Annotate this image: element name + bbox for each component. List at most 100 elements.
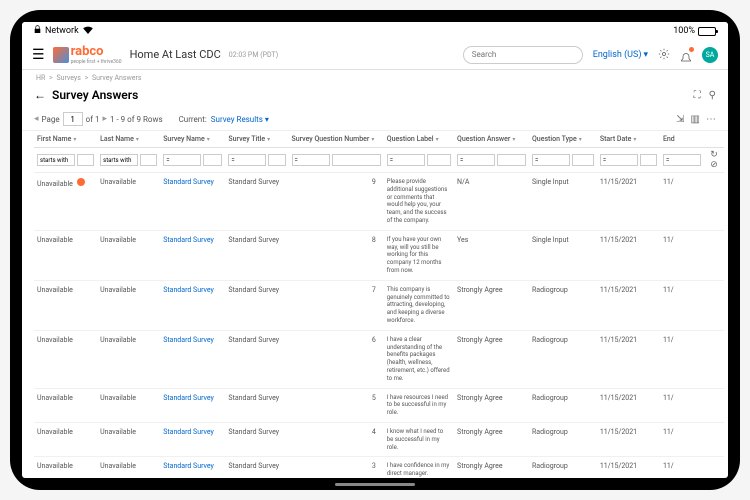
cell-question-label: I know what I need to be successful in m…	[384, 422, 454, 456]
filter-op[interactable]	[600, 154, 638, 166]
cell-question-answer: Strongly Agree	[454, 457, 529, 478]
cell-question-answer: N/A	[454, 173, 529, 231]
cell-survey-name[interactable]: Standard Survey	[160, 330, 225, 388]
search-box[interactable]	[463, 46, 583, 64]
breadcrumb-item[interactable]: Surveys	[56, 74, 80, 82]
cell-survey-name[interactable]: Standard Survey	[160, 457, 225, 478]
cell-last-name: Unavailable	[97, 422, 160, 456]
filter-input[interactable]	[427, 154, 451, 166]
col-first-name[interactable]: First Name▾	[34, 131, 97, 148]
expand-icon[interactable]: ⛶	[694, 90, 701, 101]
filter-op[interactable]	[663, 154, 701, 166]
screen: Network 100% ☰ rabco people first + thri…	[22, 22, 728, 478]
search-input[interactable]	[472, 50, 582, 59]
filter-op[interactable]	[100, 154, 138, 166]
cell-first-name: Unavailable	[34, 422, 97, 456]
network-label: Network	[45, 26, 79, 36]
filter-op[interactable]	[457, 154, 495, 166]
filter-input[interactable]	[140, 154, 157, 166]
cell-survey-name[interactable]: Standard Survey	[160, 173, 225, 231]
cell-question-answer: Strongly Agree	[454, 388, 529, 422]
page-prev-icon[interactable]: ◂	[34, 114, 39, 124]
cell-question-type: Single Input	[529, 173, 597, 231]
cell-first-name: Unavailable	[34, 457, 97, 478]
page-next-icon[interactable]: ▸	[102, 114, 107, 124]
columns-icon[interactable]: ▥	[691, 114, 700, 125]
page-label: Page	[42, 115, 60, 124]
filter-input[interactable]	[77, 154, 94, 166]
export-icon[interactable]: ⇲	[676, 114, 684, 125]
table-row[interactable]: Unavailable Unavailable Standard Survey …	[34, 422, 724, 456]
cell-question-number: 6	[289, 330, 384, 388]
col-question-type[interactable]: Question Type▾	[529, 131, 597, 148]
col-last-name[interactable]: Last Name▾	[97, 131, 160, 148]
back-icon[interactable]: ←	[34, 88, 46, 102]
more-icon[interactable]: ⋯	[706, 114, 716, 125]
cell-last-name: Unavailable	[97, 330, 160, 388]
table-row[interactable]: Unavailable Unavailable Standard Survey …	[34, 388, 724, 422]
refresh-icon[interactable]: ↻	[710, 150, 718, 160]
breadcrumb-item[interactable]: HR	[36, 74, 45, 82]
table-container: First Name▾ Last Name▾ Survey Name▾ Surv…	[22, 131, 728, 478]
filter-input[interactable]	[640, 154, 657, 166]
page-of: of 1	[86, 115, 100, 124]
col-survey-name[interactable]: Survey Name▾	[160, 131, 225, 148]
logo[interactable]: rabco people first + thrive360	[53, 44, 122, 65]
filter-icon[interactable]: ⚲	[709, 90, 716, 101]
col-survey-title[interactable]: Survey Title▾	[225, 131, 288, 148]
cell-end: 11/	[660, 330, 704, 388]
cell-end: 11/	[660, 422, 704, 456]
menu-icon[interactable]: ☰	[32, 47, 45, 63]
table-row[interactable]: Unavailable Unavailable Standard Survey …	[34, 173, 724, 231]
avatar[interactable]: SA	[702, 47, 718, 63]
filter-input[interactable]	[497, 154, 526, 166]
col-question-answer[interactable]: Question Answer▾	[454, 131, 529, 148]
view-selector[interactable]: Survey Results ▾	[211, 115, 269, 124]
filter-op[interactable]	[228, 154, 266, 166]
page-input[interactable]	[63, 112, 83, 126]
table-row[interactable]: Unavailable Unavailable Standard Survey …	[34, 280, 724, 330]
cell-survey-name[interactable]: Standard Survey	[160, 388, 225, 422]
filter-op[interactable]	[163, 154, 201, 166]
cell-first-name: Unavailable	[34, 330, 97, 388]
table-row[interactable]: Unavailable Unavailable Standard Survey …	[34, 230, 724, 280]
battery-icon	[698, 27, 716, 36]
cell-survey-title: Standard Survey	[225, 230, 288, 280]
filter-input[interactable]	[572, 154, 594, 166]
cell-question-label: This company is genuinely committed to a…	[384, 280, 454, 330]
cell-end: 11/	[660, 230, 704, 280]
col-question-label[interactable]: Question Label▾	[384, 131, 454, 148]
cell-start-date: 11/15/2021	[597, 230, 660, 280]
table-row[interactable]: Unavailable Unavailable Standard Survey …	[34, 330, 724, 388]
col-start-date[interactable]: Start Date▾	[597, 131, 660, 148]
filter-input[interactable]	[268, 154, 285, 166]
notification-icon[interactable]	[680, 49, 692, 61]
cell-survey-name[interactable]: Standard Survey	[160, 422, 225, 456]
cell-survey-name[interactable]: Standard Survey	[160, 280, 225, 330]
cell-survey-name[interactable]: Standard Survey	[160, 230, 225, 280]
breadcrumb-item: Survey Answers	[92, 74, 142, 82]
table-row[interactable]: Unavailable Unavailable Standard Survey …	[34, 457, 724, 478]
language-selector[interactable]: English (US) ▾	[593, 50, 648, 60]
cell-question-answer: Strongly Agree	[454, 280, 529, 330]
cell-start-date: 11/15/2021	[597, 422, 660, 456]
cell-last-name: Unavailable	[97, 280, 160, 330]
logo-subtitle: people first + thrive360	[71, 59, 122, 65]
battery-label: 100%	[673, 26, 695, 36]
page-title: Survey Answers	[52, 88, 138, 102]
filter-op[interactable]	[532, 154, 570, 166]
cell-question-number: 8	[289, 230, 384, 280]
filter-input[interactable]	[332, 154, 381, 166]
cell-question-type: Radiogroup	[529, 457, 597, 478]
col-question-number[interactable]: Survey Question Number▾	[289, 131, 384, 148]
filter-op[interactable]	[37, 154, 75, 166]
filter-input[interactable]	[203, 154, 222, 166]
filter-op[interactable]	[292, 154, 330, 166]
settings-icon[interactable]	[658, 45, 670, 64]
filter-op[interactable]	[387, 154, 425, 166]
cell-question-number: 9	[289, 173, 384, 231]
col-end[interactable]: End	[660, 131, 704, 148]
cell-question-type: Radiogroup	[529, 280, 597, 330]
clear-filter-icon[interactable]: ⊘	[710, 160, 718, 170]
cell-question-answer: Strongly Agree	[454, 330, 529, 388]
